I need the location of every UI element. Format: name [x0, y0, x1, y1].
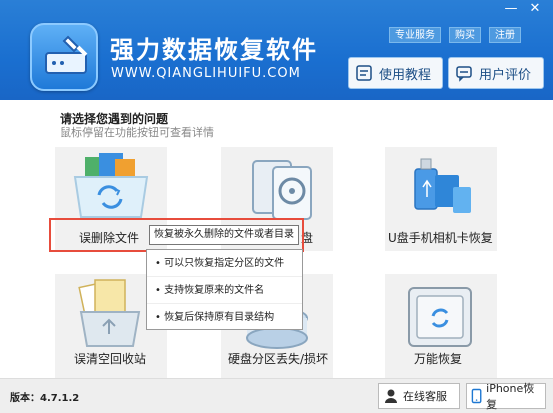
tile-recycle-bin-label: 误清空回收站	[74, 352, 147, 366]
person-icon	[385, 389, 397, 403]
prompt-subtitle: 鼠标停留在功能按钮可查看详情	[60, 126, 214, 139]
register-link[interactable]: 注册	[489, 27, 521, 43]
tile-usb-card-label: U盘手机相机卡恢复	[388, 231, 493, 245]
iphone-recovery-label: iPhone恢复	[486, 382, 535, 411]
document-icon	[356, 65, 372, 81]
iphone-recovery-button[interactable]: iPhone恢复	[466, 382, 546, 411]
tooltip-item: • 恢复后保持原有目录结构	[155, 312, 275, 323]
tooltip-item: • 可以只恢复指定分区的文件	[147, 250, 302, 277]
tile-partition-label: 硬盘分区丢失/损坏	[228, 352, 329, 366]
phone-icon	[471, 388, 482, 404]
tooltip-item: • 支持恢复原来的文件名	[147, 277, 302, 304]
online-service-label: 在线客服	[403, 390, 447, 403]
tooltip-details: • 可以只恢复指定分区的文件 • 支持恢复原来的文件名 • 恢复后保持原有目录结…	[146, 249, 303, 330]
pro-service-link[interactable]: 专业服务	[389, 27, 441, 43]
version-label: 版本：4.7.1.2	[10, 393, 80, 404]
buy-link[interactable]: 购买	[449, 27, 481, 43]
minimize-button[interactable]: —	[499, 0, 523, 18]
chat-icon	[456, 66, 472, 82]
app-url: WWW.QIANGLIHUIFU.COM	[111, 66, 301, 81]
tile-universal-label: 万能恢复	[414, 352, 463, 366]
tutorial-label: 使用教程	[379, 67, 432, 83]
review-label: 用户评价	[479, 67, 532, 83]
app-logo	[30, 23, 98, 91]
close-button[interactable]: ✕	[523, 0, 547, 18]
online-service-button[interactable]: 在线客服	[378, 383, 460, 409]
app-title: 强力数据恢复软件	[110, 36, 318, 64]
tutorial-button[interactable]: 使用教程	[348, 57, 443, 89]
review-button[interactable]: 用户评价	[448, 57, 544, 89]
tooltip-title: 恢复被永久删除的文件或者目录	[149, 225, 299, 245]
